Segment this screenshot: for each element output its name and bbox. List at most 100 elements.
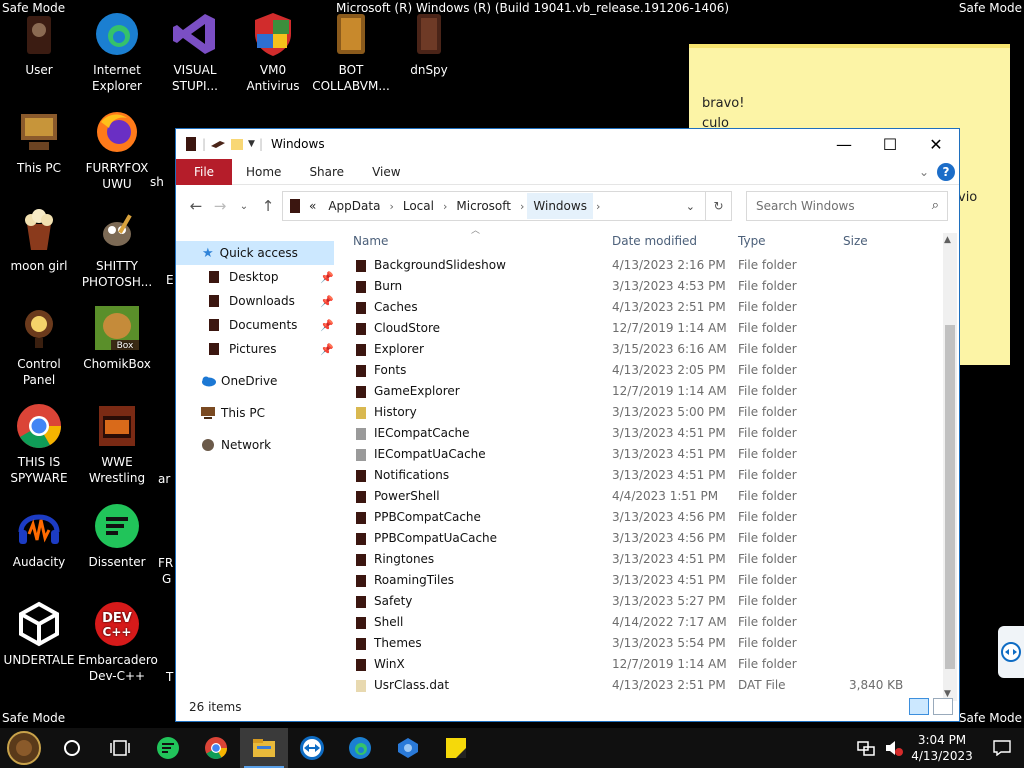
table-row[interactable]: Safety 3/13/2023 5:27 PM File folder	[347, 591, 943, 612]
desktop-icon-devcpp[interactable]: DEV C++ Embarcadero Dev-C++	[78, 600, 158, 684]
cortana-button[interactable]	[48, 728, 96, 768]
task-view-button[interactable]	[96, 728, 144, 768]
breadcrumb-microsoft[interactable]: Microsoft	[450, 199, 517, 213]
breadcrumb-windows[interactable]: Windows	[527, 193, 593, 219]
table-row[interactable]: IECompatCache 3/13/2023 4:51 PM File folde…	[347, 423, 943, 444]
desktop-icon-dissenter[interactable]: Dissenter	[78, 502, 156, 570]
breadcrumb-appdata[interactable]: AppData	[322, 199, 386, 213]
desktop-icon-furryfox[interactable]: FURRYFOX UWU	[78, 108, 156, 192]
pin-icon[interactable]: 📌	[320, 295, 334, 308]
nav-onedrive[interactable]: OneDrive	[176, 369, 334, 393]
table-row[interactable]: GameExplorer 12/7/2019 1:14 AM File folder	[347, 381, 943, 402]
table-row[interactable]: IECompatUaCache 3/13/2023 4:51 PM File fol…	[347, 444, 943, 465]
taskbar-teamviewer[interactable]	[288, 728, 336, 768]
address-dropdown-icon[interactable]: ⌄	[686, 200, 695, 213]
table-row[interactable]: Themes 3/13/2023 5:54 PM File folder	[347, 633, 943, 654]
tab-file[interactable]: File	[176, 158, 232, 185]
tab-view[interactable]: View	[358, 159, 414, 185]
maximize-button[interactable]: ☐	[867, 129, 913, 159]
chevron-right-icon[interactable]: ›	[593, 200, 603, 213]
title-bar[interactable]: | ▼ | Windows — ☐ ✕	[176, 129, 959, 159]
desktop-icon-shitty-photoshop[interactable]: SHITTY PHOTOSH...	[78, 206, 156, 290]
close-button[interactable]: ✕	[913, 129, 959, 159]
desktop-icon-dnspy[interactable]: dnSpy	[390, 10, 468, 78]
back-button[interactable]: ←	[184, 197, 208, 215]
chevron-right-icon[interactable]: ›	[440, 200, 450, 213]
new-folder-icon[interactable]	[230, 137, 244, 151]
action-center-button[interactable]	[980, 728, 1024, 768]
vertical-scrollbar[interactable]: ▲ ▼	[943, 233, 957, 701]
nav-item-documents[interactable]: Documents 📌	[176, 313, 334, 337]
forward-button[interactable]: →	[208, 197, 232, 215]
taskbar-sticky-notes[interactable]	[432, 728, 480, 768]
table-row[interactable]: PPBCompatUaCache 3/13/2023 4:56 PM File fo…	[347, 528, 943, 549]
desktop-icon-control-panel[interactable]: Control Panel	[0, 304, 78, 388]
column-type[interactable]: Type	[738, 234, 766, 248]
address-bar[interactable]: « AppData › Local › Microsoft › Windows …	[282, 191, 732, 221]
breadcrumb-local[interactable]: Local	[397, 199, 440, 213]
details-view-button[interactable]	[909, 698, 929, 715]
desktop-icon-undertale[interactable]: UNDERTALE	[0, 600, 78, 668]
refresh-button[interactable]: ↻	[705, 192, 731, 220]
table-row[interactable]: PowerShell 4/4/2023 1:51 PM File folder	[347, 486, 943, 507]
large-icons-view-button[interactable]	[933, 698, 953, 715]
desktop-icon-chomikbox[interactable]: Box ChomikBox	[78, 304, 156, 372]
table-row[interactable]: Burn 3/13/2023 4:53 PM File folder	[347, 276, 943, 297]
network-icon[interactable]	[856, 739, 876, 757]
table-row[interactable]: History 3/13/2023 5:00 PM File folder	[347, 402, 943, 423]
file-explorer-window[interactable]: | ▼ | Windows — ☐ ✕ File Home Share View…	[175, 128, 960, 722]
table-row[interactable]: Explorer 3/15/2023 6:16 AM File folder	[347, 339, 943, 360]
start-button[interactable]	[0, 728, 48, 768]
desktop-icon-user[interactable]: User	[0, 10, 78, 78]
desktop-icon-vm0-antivirus[interactable]: VM0 Antivirus	[234, 10, 312, 94]
search-input[interactable]: Search Windows ⌕	[746, 191, 948, 221]
table-row[interactable]: Ringtones 3/13/2023 4:51 PM File folder	[347, 549, 943, 570]
pin-icon[interactable]: 📌	[320, 343, 334, 356]
nav-item-pictures[interactable]: Pictures 📌	[176, 337, 334, 361]
taskbar-chrome[interactable]	[192, 728, 240, 768]
column-date-modified[interactable]: Date modified	[612, 234, 697, 248]
desktop-icon-this-pc[interactable]: This PC	[0, 108, 78, 176]
nav-quick-access[interactable]: ★ Quick access	[176, 241, 334, 265]
desktop-icon-audacity[interactable]: Audacity	[0, 502, 78, 570]
table-row[interactable]: Caches 4/13/2023 2:51 PM File folder	[347, 297, 943, 318]
table-row[interactable]: RoamingTiles 3/13/2023 4:51 PM File folder	[347, 570, 943, 591]
volume-muted-icon[interactable]	[884, 739, 904, 757]
pin-icon[interactable]: 📌	[320, 271, 334, 284]
pin-icon[interactable]: 📌	[320, 319, 334, 332]
scrollbar-thumb[interactable]	[945, 325, 955, 669]
expand-ribbon-icon[interactable]: ⌄	[919, 165, 929, 179]
nav-item-desktop[interactable]: Desktop 📌	[176, 265, 334, 289]
up-button[interactable]: ↑	[256, 197, 280, 215]
table-row[interactable]: Shell 4/14/2022 7:17 AM File folder	[347, 612, 943, 633]
table-row[interactable]: PPBCompatCache 3/13/2023 4:56 PM File fold…	[347, 507, 943, 528]
tab-home[interactable]: Home	[232, 159, 295, 185]
chevron-right-icon[interactable]: ›	[386, 200, 396, 213]
desktop-icon-moon-girl[interactable]: moon girl	[0, 206, 78, 274]
table-row[interactable]: BackgroundSlideshow 4/13/2023 2:16 PM File…	[347, 255, 943, 276]
help-icon[interactable]: ?	[937, 163, 955, 181]
taskbar-edge[interactable]	[336, 728, 384, 768]
properties-icon[interactable]	[210, 137, 226, 151]
table-row[interactable]: CloudStore 12/7/2019 1:14 AM File folder	[347, 318, 943, 339]
desktop-icon-visual-studio[interactable]: VISUAL STUPI...	[156, 10, 234, 94]
chevron-right-icon[interactable]: ›	[517, 200, 527, 213]
table-row[interactable]: WinX 12/7/2019 1:14 AM File folder	[347, 654, 943, 675]
taskbar-file-explorer[interactable]	[240, 728, 288, 768]
taskbar-app[interactable]	[384, 728, 432, 768]
taskbar-dissenter[interactable]	[144, 728, 192, 768]
desktop-icon-wwe-wrestling[interactable]: WWE Wrestling	[78, 402, 156, 486]
table-row[interactable]: Notifications 3/13/2023 4:51 PM File folde…	[347, 465, 943, 486]
desktop-icon-spyware[interactable]: THIS IS SPYWARE	[0, 402, 78, 486]
column-name[interactable]: Name	[353, 234, 388, 248]
desktop-icon-internet-explorer[interactable]: Internet Explorer	[78, 10, 156, 94]
column-size[interactable]: Size	[843, 234, 868, 248]
teamviewer-side-tab[interactable]	[998, 626, 1024, 678]
nav-item-downloads[interactable]: Downloads 📌	[176, 289, 334, 313]
table-row[interactable]: Fonts 4/13/2023 2:05 PM File folder	[347, 360, 943, 381]
nav-network[interactable]: Network	[176, 433, 334, 457]
nav-this-pc[interactable]: This PC	[176, 401, 334, 425]
minimize-button[interactable]: —	[821, 129, 867, 159]
desktop-icon-bot-collabvm[interactable]: BOT COLLABVM...	[312, 10, 390, 94]
recent-locations-button[interactable]: ⌄	[232, 201, 256, 212]
